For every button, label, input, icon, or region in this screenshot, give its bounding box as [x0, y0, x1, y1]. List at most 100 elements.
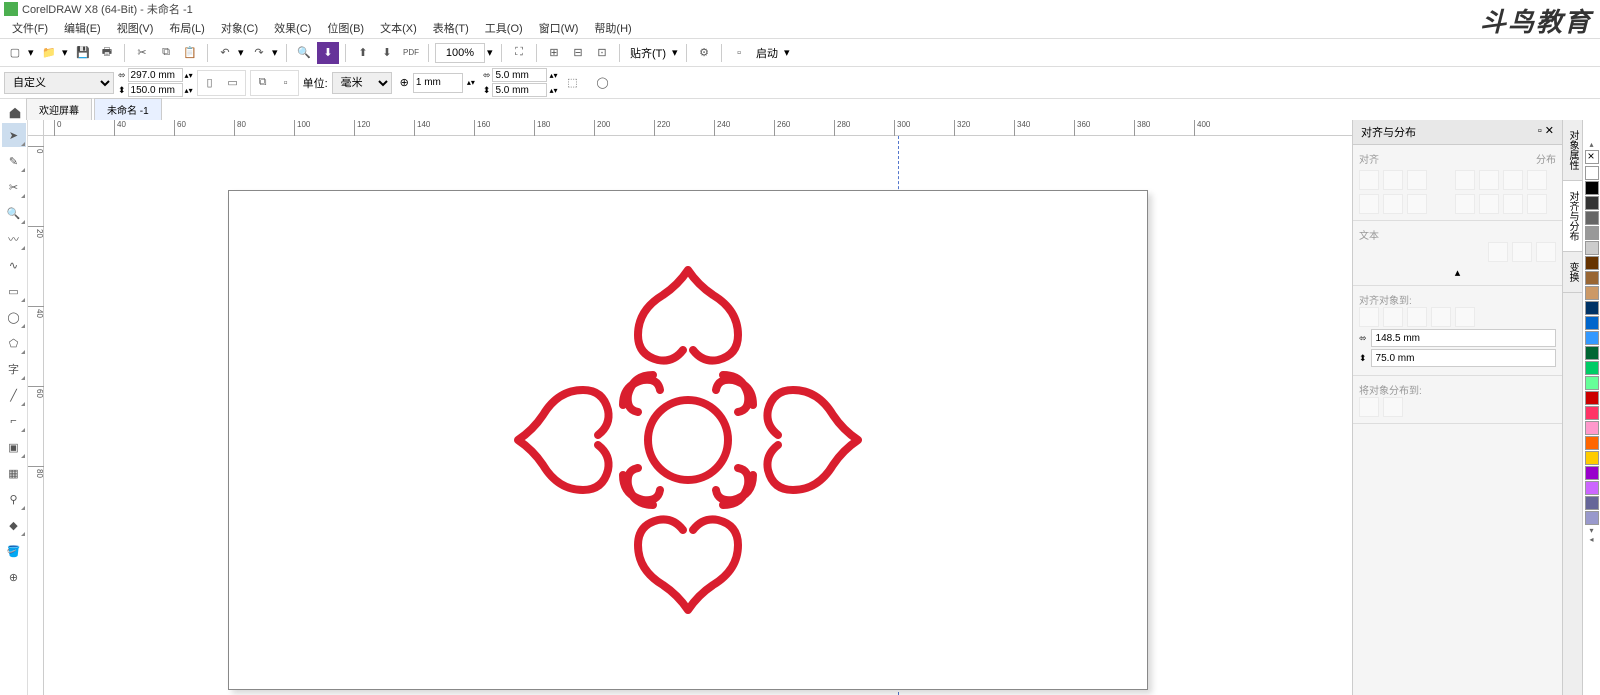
color-swatch-14[interactable] — [1585, 376, 1599, 390]
dist-left-button[interactable] — [1455, 170, 1475, 190]
dist-right-button[interactable] — [1527, 170, 1547, 190]
color-swatch-21[interactable] — [1585, 481, 1599, 495]
menu-effects[interactable]: 效果(C) — [266, 18, 319, 38]
canvas-area[interactable]: 0 40 60 80 100 120 140 160 180 200 220 2… — [28, 120, 1352, 695]
portrait-button[interactable]: ▯ — [199, 72, 221, 94]
connector-tool[interactable]: ⌐ — [2, 409, 26, 433]
paste-button[interactable]: 📋 — [179, 42, 201, 64]
vertical-ruler[interactable]: 0 20 40 60 80 — [28, 136, 44, 695]
text-tool[interactable]: 字 — [2, 357, 26, 381]
dist-to-page-button[interactable] — [1383, 397, 1403, 417]
menu-bitmap[interactable]: 位图(B) — [319, 18, 372, 38]
freehand-tool[interactable]: 〰 — [2, 227, 26, 251]
align-center-v-button[interactable] — [1383, 194, 1403, 214]
align-to-page-edge-button[interactable] — [1383, 307, 1403, 327]
guides-button[interactable]: ⊡ — [591, 42, 613, 64]
copy-button[interactable]: ⧉ — [155, 42, 177, 64]
zoom-tool[interactable]: 🔍 — [2, 201, 26, 225]
palette-flyout-icon[interactable]: ◂ — [1583, 535, 1600, 544]
snap-label[interactable]: 贴齐(T) — [626, 45, 670, 61]
landscape-button[interactable]: ▭ — [222, 72, 244, 94]
cut-button[interactable]: ✂ — [131, 42, 153, 64]
home-icon[interactable] — [8, 106, 22, 120]
units-select[interactable]: 毫米 — [332, 72, 392, 94]
undo-button[interactable]: ↶ — [214, 42, 236, 64]
new-button[interactable]: ▢ — [4, 42, 26, 64]
current-page-button[interactable]: ▫ — [275, 72, 297, 94]
parallel-dim-tool[interactable]: ╱ — [2, 383, 26, 407]
menu-table[interactable]: 表格(T) — [425, 18, 477, 38]
pick-tool[interactable]: ➤ — [2, 123, 26, 147]
dist-center-v-button[interactable] — [1479, 194, 1499, 214]
crop-tool[interactable]: ✂ — [2, 175, 26, 199]
dist-top-button[interactable] — [1455, 194, 1475, 214]
text-baseline-button[interactable] — [1488, 242, 1508, 262]
menu-window[interactable]: 窗口(W) — [531, 18, 587, 38]
horizontal-ruler[interactable]: 0 40 60 80 100 120 140 160 180 200 220 2… — [44, 120, 1352, 136]
menu-tools[interactable]: 工具(O) — [477, 18, 531, 38]
menu-edit[interactable]: 编辑(E) — [56, 18, 109, 38]
launch-icon[interactable]: ▫ — [728, 42, 750, 64]
search-button[interactable]: 🔍 — [293, 42, 315, 64]
color-swatch-4[interactable] — [1585, 226, 1599, 240]
menu-file[interactable]: 文件(F) — [4, 18, 56, 38]
pdf-button[interactable]: PDF — [400, 42, 422, 64]
color-swatch-6[interactable] — [1585, 256, 1599, 270]
color-swatch-17[interactable] — [1585, 421, 1599, 435]
ellipse-tool[interactable]: ◯ — [2, 305, 26, 329]
nudge-input[interactable] — [413, 73, 463, 93]
no-fill-swatch[interactable] — [1585, 150, 1599, 164]
align-to-page-center-button[interactable] — [1407, 307, 1427, 327]
smart-fill-tool[interactable]: 🪣 — [2, 539, 26, 563]
color-swatch-16[interactable] — [1585, 406, 1599, 420]
docker-close-icon[interactable]: ▫ ✕ — [1538, 124, 1554, 140]
text-bounding-button[interactable] — [1536, 242, 1556, 262]
interactive-fill-tool[interactable]: ◆ — [2, 513, 26, 537]
color-swatch-7[interactable] — [1585, 271, 1599, 285]
print-button[interactable]: 🖶 — [96, 42, 118, 64]
shape-tool[interactable]: ✎ — [2, 149, 26, 173]
artistic-media-tool[interactable]: ∿ — [2, 253, 26, 277]
align-center-h-button[interactable] — [1383, 170, 1403, 190]
export-button[interactable]: ⬆ — [352, 42, 374, 64]
fullscreen-button[interactable]: ⛶ — [508, 42, 530, 64]
align-y-input[interactable] — [1371, 349, 1556, 367]
color-swatch-23[interactable] — [1585, 511, 1599, 525]
dist-to-selection-button[interactable] — [1359, 397, 1379, 417]
color-swatch-1[interactable] — [1585, 181, 1599, 195]
options-button[interactable]: ⚙ — [693, 42, 715, 64]
color-swatch-5[interactable] — [1585, 241, 1599, 255]
color-swatch-3[interactable] — [1585, 211, 1599, 225]
color-swatch-0[interactable] — [1585, 166, 1599, 180]
import-button[interactable]: ⬇ — [317, 42, 339, 64]
launch-label[interactable]: 启动 — [752, 45, 782, 61]
color-swatch-9[interactable] — [1585, 301, 1599, 315]
dist-spacing-h-button[interactable] — [1503, 170, 1523, 190]
docker-tab-align[interactable]: 对齐与分布 — [1563, 181, 1582, 252]
rectangle-tool[interactable]: ▭ — [2, 279, 26, 303]
menu-help[interactable]: 帮助(H) — [586, 18, 639, 38]
color-swatch-11[interactable] — [1585, 331, 1599, 345]
color-swatch-2[interactable] — [1585, 196, 1599, 210]
color-swatch-15[interactable] — [1585, 391, 1599, 405]
align-x-input[interactable] — [1371, 329, 1556, 347]
docker-tab-properties[interactable]: 对象属性 — [1563, 120, 1582, 181]
save-button[interactable]: 💾 — [72, 42, 94, 64]
menu-object[interactable]: 对象(C) — [213, 18, 266, 38]
polygon-tool[interactable]: ⬠ — [2, 331, 26, 355]
align-top-button[interactable] — [1359, 194, 1379, 214]
palette-down-icon[interactable]: ▾ — [1583, 526, 1600, 535]
all-pages-button[interactable]: ⧉ — [252, 72, 274, 94]
color-swatch-18[interactable] — [1585, 436, 1599, 450]
eyedropper-tool[interactable]: ⚲ — [2, 487, 26, 511]
color-swatch-13[interactable] — [1585, 361, 1599, 375]
align-bottom-button[interactable] — [1407, 194, 1427, 214]
color-swatch-8[interactable] — [1585, 286, 1599, 300]
menu-layout[interactable]: 布局(L) — [161, 18, 212, 38]
docker-tab-transform[interactable]: 变换 — [1563, 252, 1582, 293]
quick-customize[interactable]: ⊕ — [2, 565, 26, 589]
redo-button[interactable]: ↷ — [248, 42, 270, 64]
dist-bottom-button[interactable] — [1527, 194, 1547, 214]
color-swatch-22[interactable] — [1585, 496, 1599, 510]
ruler-origin[interactable] — [28, 120, 44, 136]
